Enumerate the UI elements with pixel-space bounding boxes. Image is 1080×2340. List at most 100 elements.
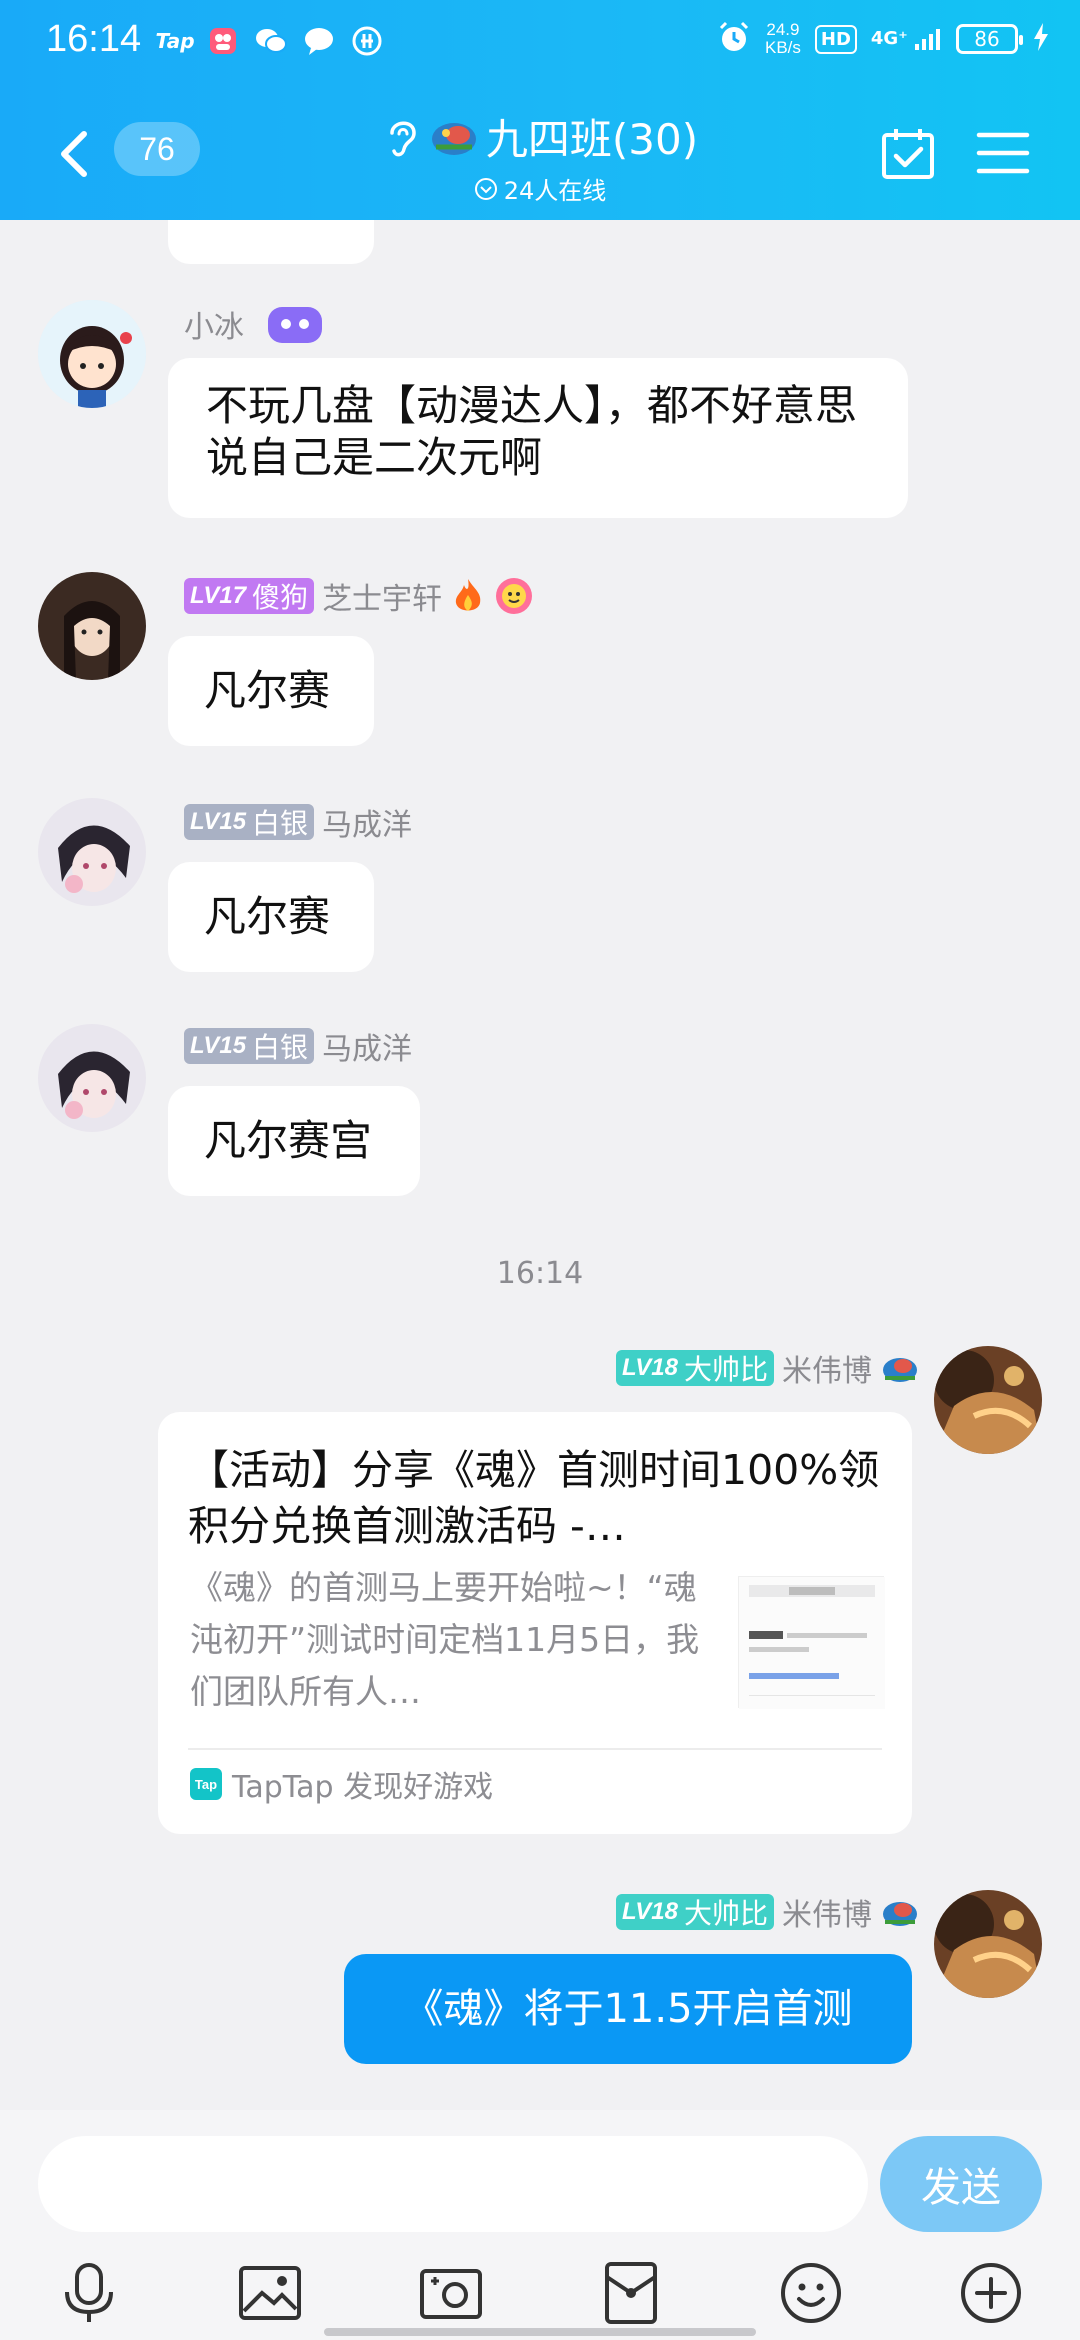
ear-icon[interactable] — [382, 113, 422, 161]
nav-bar: 76 九四班(30) 24人在线 — [0, 96, 1080, 220]
network-speed-value: 24.9 — [766, 20, 800, 39]
robot-icon — [268, 307, 322, 343]
battery-icon: 86 — [956, 24, 1023, 54]
group-title-area[interactable]: 九四班(30) 24人在线 — [300, 106, 780, 206]
message-bubble[interactable]: 凡尔赛宫 — [168, 1086, 420, 1196]
camera-button[interactable] — [418, 2260, 484, 2326]
battery-level: 86 — [974, 27, 1000, 51]
card-divider — [188, 1748, 882, 1750]
chevron-down-circle-icon — [474, 177, 497, 200]
sender-name: 马成洋 — [322, 808, 413, 843]
home-indicator[interactable] — [324, 2328, 756, 2336]
sender-name: 米伟博 — [782, 1898, 872, 1933]
message-bubble-partial[interactable] — [168, 220, 374, 264]
level-badge: LV15 白银 — [184, 804, 315, 840]
group-title: 九四班(30) — [485, 115, 699, 164]
network-speed-unit: KB/s — [764, 38, 801, 57]
card-title: 【活动】分享《魂》首测时间100%领积分兑换首测激活码 -… — [188, 1446, 880, 1550]
avatar[interactable] — [38, 1024, 146, 1132]
sender-line: LV17 傻狗 芝士宇轩 — [184, 574, 534, 618]
back-button[interactable] — [50, 124, 100, 184]
plus-icon — [961, 2263, 1021, 2323]
timestamp: 16:14 — [496, 1256, 584, 1291]
taptap-logo-icon: Tap — [190, 1768, 222, 1800]
camera-icon — [420, 2269, 482, 2319]
message-notification-icon — [302, 24, 336, 58]
level-title: 大帅比 — [683, 1353, 768, 1386]
red-packet-button[interactable] — [598, 2260, 664, 2326]
unread-count-badge[interactable]: 76 — [114, 122, 200, 176]
message-bubble-self[interactable]: 《魂》将于11.5开启首测 — [344, 1954, 912, 2064]
level-badge: LV18 大帅比 — [615, 1894, 774, 1930]
dragon-group-icon — [431, 122, 476, 155]
alarm-icon — [717, 20, 751, 58]
calendar-check-icon — [882, 129, 934, 179]
avatar-machengyang — [38, 798, 146, 906]
system-status: 24.9 KB/s HD 4G⁺ 86 — [717, 20, 1050, 58]
avatar-self[interactable] — [934, 1890, 1042, 1998]
signal-4g-icon: 4G⁺ — [871, 28, 942, 50]
avatar-self[interactable] — [934, 1346, 1042, 1454]
message-text: 凡尔赛宫 — [204, 1116, 373, 1165]
avatar-machengyang — [38, 1024, 146, 1132]
card-source-text: TapTap 发现好游戏 — [232, 1770, 494, 1805]
level-title: 白银 — [252, 1031, 309, 1064]
avatar[interactable] — [38, 300, 146, 408]
level-badge: LV17 傻狗 — [184, 578, 315, 614]
online-status: 24人在线 — [300, 171, 780, 206]
more-button[interactable] — [958, 2260, 1024, 2326]
level-title: 傻狗 — [252, 581, 309, 614]
dragon-icon — [883, 1358, 917, 1382]
calendar-button[interactable] — [880, 126, 936, 182]
sender-line: LV18 大帅比 米伟博 — [615, 1890, 920, 1934]
message-bubble[interactable]: 凡尔赛 — [168, 636, 374, 746]
emoji-button[interactable] — [778, 2260, 844, 2326]
sender-line: LV15 白银 马成洋 — [184, 800, 412, 844]
flower-emoji-icon — [496, 578, 533, 614]
message-text: 凡尔赛 — [204, 666, 331, 715]
chat-header: 16:14 Tap 24.9 KB/s HD 4G⁺ 86 76 九四班(30)… — [0, 0, 1080, 220]
sender-line: LV18 大帅比 米伟博 — [615, 1346, 920, 1390]
avatar[interactable] — [38, 798, 146, 906]
menu-button[interactable] — [976, 128, 1030, 178]
hd-voice-icon: HD — [814, 24, 857, 54]
sender-line: LV15 白银 马成洋 — [184, 1024, 412, 1068]
sender-name: 米伟博 — [782, 1354, 872, 1389]
emoji-icon — [781, 2263, 841, 2323]
level-text: LV17 — [190, 582, 247, 609]
message-bubble[interactable]: 不玩几盘【动漫达人】，都不好意思说自己是二次元啊 — [168, 358, 908, 518]
wechat-notification-icon — [254, 24, 288, 58]
send-button[interactable]: 发送 — [880, 2136, 1042, 2232]
avatar-miweibo — [934, 1346, 1042, 1454]
share-card[interactable]: 【活动】分享《魂》首测时间100%领积分兑换首测激活码 -… 《魂》的首测马上要… — [158, 1412, 912, 1834]
sender-name: 芝士宇轩 — [322, 582, 443, 617]
microphone-icon — [65, 2263, 113, 2322]
level-title: 白银 — [252, 807, 309, 840]
level-text: LV18 — [621, 1354, 678, 1381]
level-badge: LV18 大帅比 — [615, 1350, 774, 1386]
card-source: Tap TapTap 发现好游戏 — [190, 1762, 493, 1806]
online-count: 24人在线 — [503, 177, 607, 205]
input-area: 发送 — [0, 2110, 1080, 2340]
input-toolbar — [0, 2260, 1080, 2326]
avatar[interactable] — [38, 572, 146, 680]
message-text: 凡尔赛 — [204, 892, 331, 941]
message-bubble[interactable]: 凡尔赛 — [168, 862, 374, 972]
avatar-xiaobing — [38, 300, 146, 408]
red-packet-icon — [605, 2262, 657, 2324]
chevron-left-icon — [61, 131, 87, 177]
level-badge: LV15 白银 — [184, 1028, 315, 1064]
image-button[interactable] — [237, 2260, 303, 2326]
app-notification-icon — [206, 24, 240, 58]
notification-icons: Tap — [155, 24, 384, 58]
chat-messages[interactable]: 小冰 不玩几盘【动漫达人】，都不好意思说自己是二次元啊 LV17 傻狗 芝士宇轩… — [0, 220, 1080, 2110]
message-input[interactable] — [38, 2136, 868, 2232]
signal-label: 4G⁺ — [870, 28, 908, 49]
status-bar: 16:14 Tap 24.9 KB/s HD 4G⁺ 86 — [0, 0, 1080, 84]
charging-icon — [1032, 22, 1050, 56]
taptap-notification-icon: Tap — [155, 29, 195, 53]
level-title: 大帅比 — [683, 1897, 768, 1930]
voice-button[interactable] — [56, 2260, 122, 2326]
sender-name: 小冰 — [184, 310, 244, 345]
image-icon — [239, 2266, 301, 2320]
